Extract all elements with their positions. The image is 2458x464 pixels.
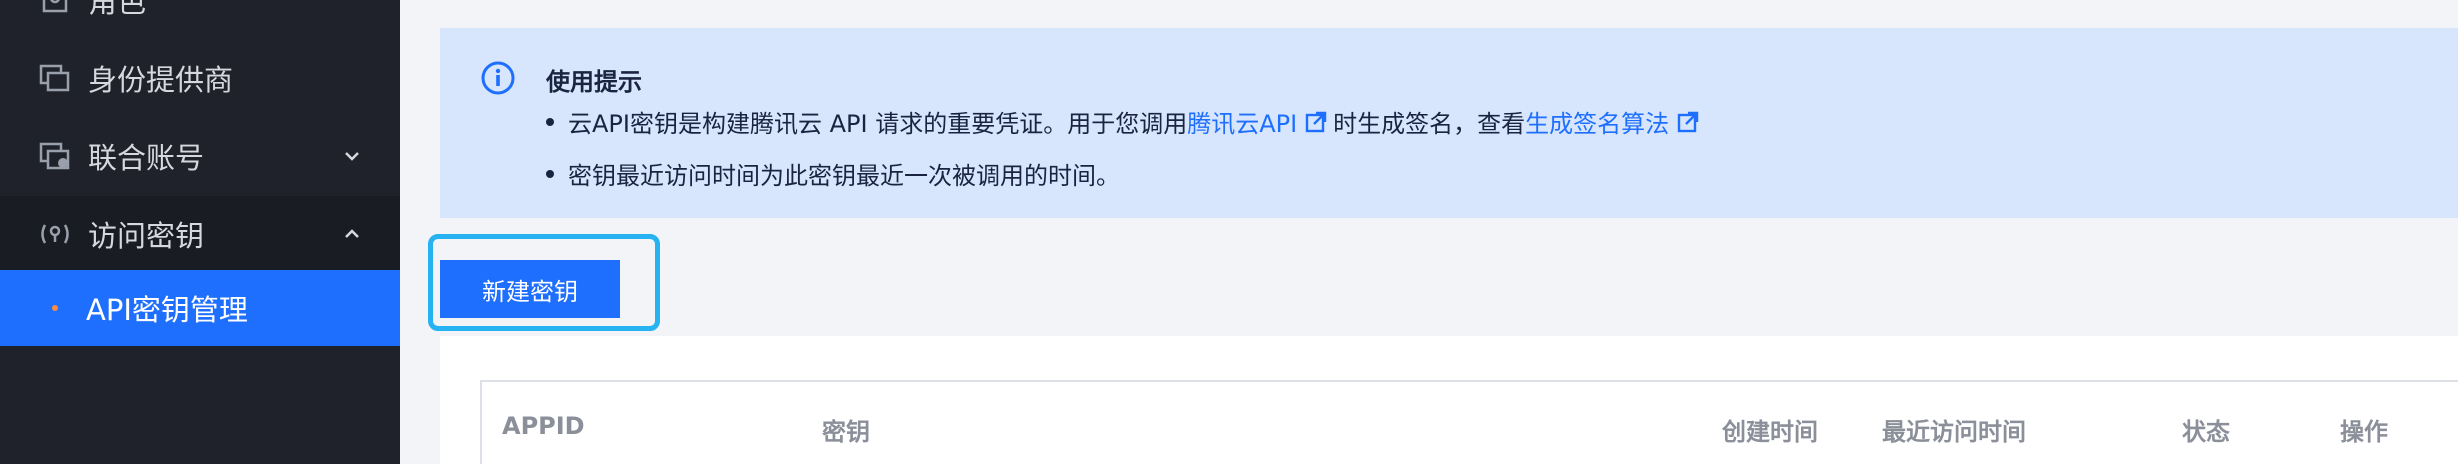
column-header-key: 密钥 bbox=[822, 418, 870, 446]
sidebar: 角色 身份提供商 联合账号 访问密钥 API密钥管理 bbox=[0, 0, 400, 464]
info-icon bbox=[481, 61, 515, 95]
bullet-icon bbox=[546, 117, 554, 126]
notice-title: 使用提示 bbox=[546, 68, 642, 96]
sidebar-item-role[interactable]: 角色 bbox=[0, 0, 400, 38]
chevron-up-icon[interactable] bbox=[340, 222, 364, 246]
external-link-icon[interactable] bbox=[1677, 111, 1699, 133]
column-header-appid: APPID bbox=[502, 412, 585, 440]
role-icon bbox=[38, 0, 72, 17]
federated-account-icon bbox=[38, 139, 72, 173]
tip-text: 云API密钥是构建腾讯云 API 请求的重要凭证。用于您调用 bbox=[568, 110, 1188, 138]
usage-tips-notice: 使用提示 云API密钥是构建腾讯云 API 请求的重要凭证。用于您调用 腾讯云A… bbox=[440, 28, 2458, 218]
external-link-icon[interactable] bbox=[1305, 111, 1327, 133]
column-header-created-time: 创建时间 bbox=[1722, 418, 1818, 446]
key-table: APPID 密钥 创建时间 最近访问时间 状态 操作 bbox=[480, 380, 2458, 464]
tencent-cloud-api-link[interactable]: 腾讯云API bbox=[1187, 104, 1297, 139]
sidebar-item-label: 联合账号 bbox=[88, 141, 205, 175]
bullet-icon bbox=[546, 169, 554, 178]
sidebar-subitem-label: API密钥管理 bbox=[86, 293, 248, 327]
tip-text: 时生成签名，查看 bbox=[1333, 110, 1526, 138]
identity-provider-icon bbox=[38, 61, 72, 95]
sidebar-item-federated-account[interactable]: 联合账号 bbox=[0, 118, 400, 194]
sidebar-item-identity-provider[interactable]: 身份提供商 bbox=[0, 40, 400, 116]
column-header-last-access-time: 最近访问时间 bbox=[1882, 418, 2026, 446]
sidebar-item-label: 身份提供商 bbox=[88, 63, 234, 97]
tip-text: 密钥最近访问时间为此密钥最近一次被调用的时间。 bbox=[568, 162, 1120, 190]
column-header-actions: 操作 bbox=[2340, 418, 2388, 446]
chevron-down-icon[interactable] bbox=[340, 144, 364, 168]
sidebar-subitem-api-key-management[interactable]: API密钥管理 bbox=[0, 270, 400, 346]
sidebar-item-label: 角色 bbox=[88, 0, 147, 19]
column-header-status: 状态 bbox=[2182, 418, 2230, 446]
tip-item: 密钥最近访问时间为此密钥最近一次被调用的时间。 bbox=[546, 156, 1120, 191]
sidebar-item-label: 访问密钥 bbox=[88, 219, 205, 253]
access-key-icon bbox=[38, 217, 72, 251]
sidebar-item-access-key[interactable]: 访问密钥 bbox=[0, 196, 400, 272]
tip-item: 云API密钥是构建腾讯云 API 请求的重要凭证。用于您调用 腾讯云API 时生… bbox=[546, 104, 1705, 139]
signature-algorithm-link[interactable]: 生成签名算法 bbox=[1525, 104, 1669, 139]
create-key-button[interactable]: 新建密钥 bbox=[440, 260, 620, 318]
active-dot-icon bbox=[52, 305, 58, 311]
